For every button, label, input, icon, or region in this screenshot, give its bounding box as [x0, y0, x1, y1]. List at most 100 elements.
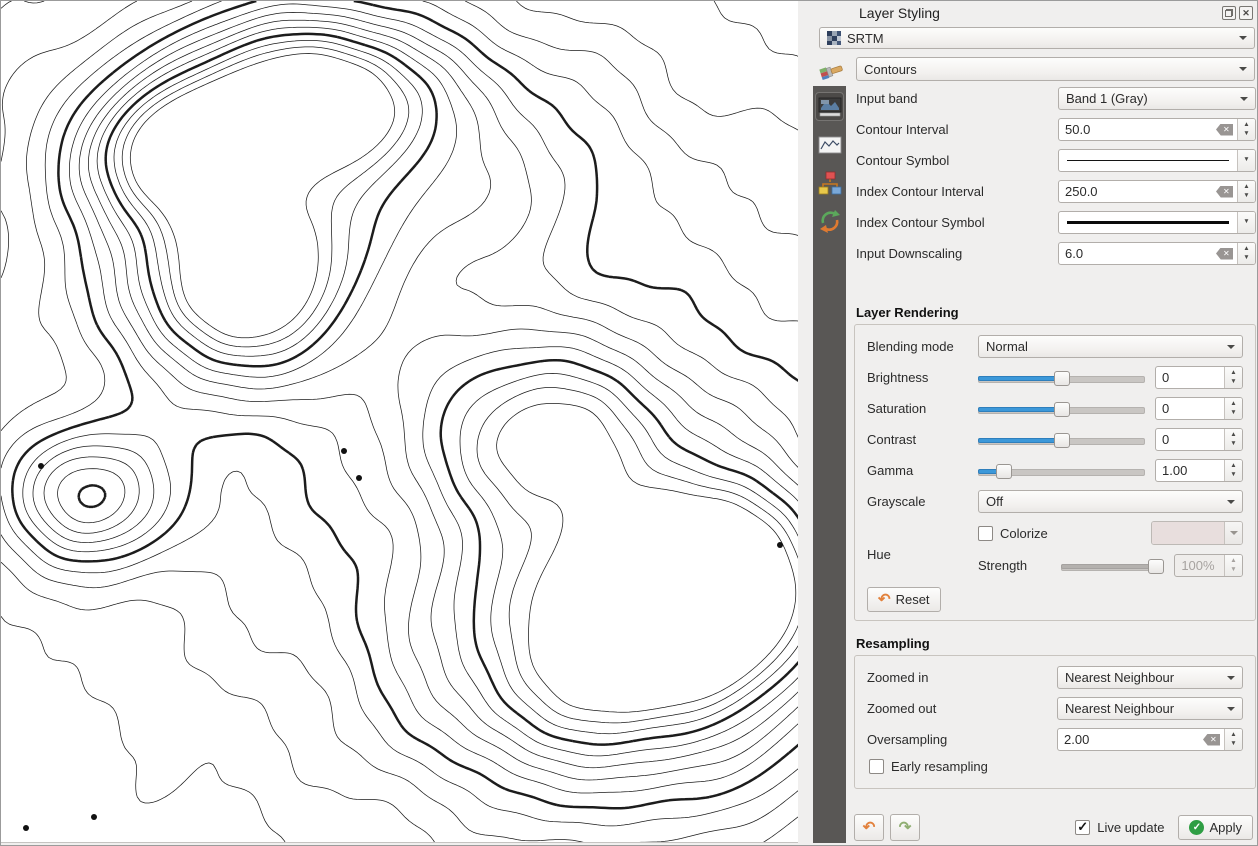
brightness-slider[interactable]	[978, 368, 1145, 388]
undo-icon: ↶	[863, 820, 876, 835]
oversampling-label: Oversampling	[867, 732, 1057, 747]
input-band-label: Input band	[856, 91, 1058, 106]
saturation-label: Saturation	[867, 401, 978, 416]
checkbox[interactable]	[1075, 820, 1090, 835]
close-panel-button[interactable]: ✕	[1239, 6, 1253, 20]
clear-field-icon[interactable]: ✕	[1216, 248, 1233, 260]
reset-button[interactable]: ↶ Reset	[867, 587, 941, 612]
chevron-down-icon[interactable]: ▼	[1237, 150, 1255, 171]
input-band-select[interactable]: Band 1 (Gray)	[1058, 87, 1256, 110]
index-contour-symbol-select[interactable]: ▼	[1058, 211, 1256, 234]
color-swatch	[1152, 522, 1224, 544]
clear-field-icon[interactable]: ✕	[1216, 124, 1233, 136]
tab-histogram[interactable]	[816, 131, 843, 158]
saturation-value[interactable]: 0 ▲▼	[1155, 397, 1243, 420]
checkbox[interactable]	[978, 526, 993, 541]
oversampling-input[interactable]: 2.00 ✕ ▲▼	[1057, 728, 1243, 751]
zoomed-out-label: Zoomed out	[867, 701, 1057, 716]
diagram-icon	[818, 171, 842, 195]
zoomed-in-select[interactable]: Nearest Neighbour	[1057, 666, 1243, 689]
input-downscaling-input[interactable]: 6.0 ✕ ▲▼	[1058, 242, 1256, 265]
brightness-value[interactable]: 0 ▲▼	[1155, 366, 1243, 389]
spinner-arrows[interactable]: ▲▼	[1237, 119, 1255, 140]
chevron-down-icon	[1227, 707, 1235, 711]
checkbox[interactable]	[869, 759, 884, 774]
colorize-color-button[interactable]	[1151, 521, 1243, 545]
styling-tabs	[813, 86, 846, 843]
index-contour-interval-label: Index Contour Interval	[856, 184, 1058, 199]
line-symbol-preview	[1067, 221, 1229, 224]
contrast-label: Contrast	[867, 432, 978, 447]
spinner-arrows[interactable]: ▲▼	[1224, 460, 1242, 481]
line-symbol-preview	[1067, 160, 1229, 161]
clear-field-icon[interactable]: ✕	[1216, 186, 1233, 198]
clear-field-icon[interactable]: ✕	[1203, 734, 1220, 746]
slider-handle[interactable]	[1054, 402, 1070, 417]
early-resampling-checkbox[interactable]: Early resampling	[869, 759, 1243, 774]
histogram-icon	[818, 136, 842, 154]
strength-slider[interactable]	[1061, 556, 1164, 576]
spinner-arrows[interactable]: ▲▼	[1224, 367, 1242, 388]
symbology-brush-icon	[817, 58, 845, 83]
spinner-arrows[interactable]: ▲▼	[1237, 243, 1255, 264]
tab-history[interactable]	[816, 207, 843, 234]
tab-symbology-raster[interactable]	[816, 93, 843, 120]
zoomed-out-select[interactable]: Nearest Neighbour	[1057, 697, 1243, 720]
raster-layer-icon	[827, 31, 841, 45]
input-downscaling-label: Input Downscaling	[856, 246, 1058, 261]
gamma-slider[interactable]	[978, 461, 1145, 481]
chevron-down-icon	[1227, 345, 1235, 349]
panel-title: Layer Styling	[859, 5, 940, 21]
qgis-window: Layer Styling ✕ SRTM	[0, 0, 1258, 846]
contour-interval-label: Contour Interval	[856, 122, 1058, 137]
chevron-down-icon	[1227, 500, 1235, 504]
style-selector[interactable]: Contours	[856, 57, 1255, 81]
index-contour-symbol-label: Index Contour Symbol	[856, 215, 1058, 230]
resampling-group: Zoomed in Nearest Neighbour Zoomed out N…	[854, 655, 1256, 789]
contour-symbol-select[interactable]: ▼	[1058, 149, 1256, 172]
float-icon	[1225, 9, 1233, 17]
undo-icon: ↶	[878, 592, 891, 607]
contour-symbol-label: Contour Symbol	[856, 153, 1058, 168]
spinner-arrows[interactable]: ▲▼	[1224, 729, 1242, 750]
layer-styling-panel: Layer Styling ✕ SRTM	[798, 1, 1258, 845]
undo-button[interactable]: ↶	[854, 814, 884, 841]
gamma-value[interactable]: 1.00 ▲▼	[1155, 459, 1243, 482]
strength-value: 100% ▲▼	[1174, 554, 1243, 577]
tab-attributes-diagram[interactable]	[816, 169, 843, 196]
spinner-arrows[interactable]: ▲▼	[1224, 398, 1242, 419]
spinner-arrows[interactable]: ▲▼	[1237, 181, 1255, 202]
contrast-value[interactable]: 0 ▲▼	[1155, 428, 1243, 451]
redo-button[interactable]: ↷	[890, 814, 920, 841]
index-contour-interval-input[interactable]: 250.0 ✕ ▲▼	[1058, 180, 1256, 203]
contour-map	[1, 1, 798, 842]
layer-selector[interactable]: SRTM	[819, 27, 1255, 49]
slider-handle[interactable]	[1054, 371, 1070, 386]
chevron-down-icon	[1239, 36, 1247, 40]
apply-check-icon: ✓	[1189, 820, 1204, 835]
contrast-slider[interactable]	[978, 430, 1145, 450]
panel-content: Input band Band 1 (Gray) Contour Interva…	[854, 87, 1256, 789]
map-canvas[interactable]	[1, 1, 799, 843]
slider-handle[interactable]	[1054, 433, 1070, 448]
slider-handle[interactable]	[1148, 559, 1164, 574]
layer-rendering-group: Blending mode Normal Brightness 0	[854, 324, 1256, 621]
colorize-checkbox[interactable]: Colorize	[978, 526, 1048, 541]
chevron-down-icon	[1239, 67, 1247, 71]
spinner-arrows[interactable]: ▲▼	[1224, 429, 1242, 450]
slider-handle[interactable]	[996, 464, 1012, 479]
redo-icon: ↷	[899, 820, 912, 835]
zoomed-in-label: Zoomed in	[867, 670, 1057, 685]
resampling-heading: Resampling	[856, 636, 1256, 651]
float-panel-button[interactable]	[1222, 6, 1236, 20]
brightness-label: Brightness	[867, 370, 978, 385]
saturation-slider[interactable]	[978, 399, 1145, 419]
chevron-down-icon[interactable]: ▼	[1237, 212, 1255, 233]
grayscale-select[interactable]: Off	[978, 490, 1243, 513]
contour-interval-input[interactable]: 50.0 ✕ ▲▼	[1058, 118, 1256, 141]
panel-header: Layer Styling ✕	[859, 4, 1253, 22]
live-update-checkbox[interactable]: Live update	[1075, 820, 1164, 835]
apply-button[interactable]: ✓ Apply	[1178, 815, 1253, 840]
chevron-down-icon	[1240, 97, 1248, 101]
blending-mode-select[interactable]: Normal	[978, 335, 1243, 358]
